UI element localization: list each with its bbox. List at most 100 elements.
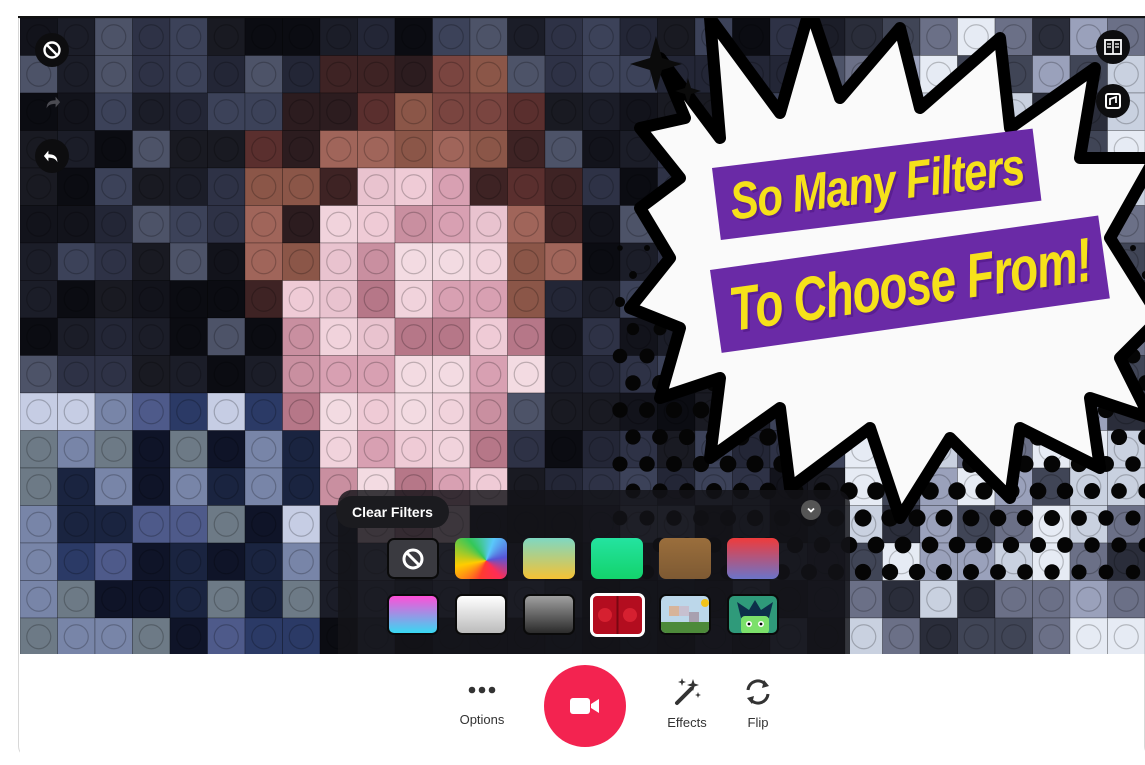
mosaic-tile	[844, 505, 883, 544]
mosaic-tile	[994, 18, 1033, 56]
mosaic-tile	[582, 317, 621, 356]
mosaic-tile	[544, 167, 583, 206]
mosaic-tile	[169, 92, 208, 131]
mosaic-tile	[94, 505, 133, 544]
mosaic-tile	[282, 92, 321, 131]
mosaic-tile	[207, 467, 246, 506]
filter-grey-black-swatch[interactable]	[523, 594, 575, 635]
mosaic-tile	[469, 317, 508, 356]
mosaic-tile	[1069, 355, 1108, 394]
mosaic-tile	[207, 242, 246, 281]
mosaic-tile	[169, 542, 208, 581]
mosaic-tile	[619, 392, 658, 431]
filter-teal-orange-swatch[interactable]	[523, 538, 575, 579]
filter-pink-cyan-swatch[interactable]	[387, 594, 439, 635]
mosaic-tile	[57, 167, 96, 206]
mosaic-tile	[957, 18, 996, 56]
mosaic-tile	[20, 580, 58, 619]
mosaic-tile	[544, 130, 583, 169]
mosaic-tile	[469, 355, 508, 394]
mosaic-tile	[244, 242, 283, 281]
filter-sepia-swatch[interactable]	[659, 538, 711, 579]
mosaic-tile	[357, 355, 396, 394]
mosaic-tile	[319, 430, 358, 469]
mosaic-tile	[319, 167, 358, 206]
mosaic-tile	[994, 505, 1033, 544]
mosaic-tile	[544, 392, 583, 431]
mosaic-tile	[919, 617, 958, 654]
filter-green-swatch[interactable]	[591, 538, 643, 579]
mosaic-tile	[394, 167, 433, 206]
mosaic-tile	[357, 317, 396, 356]
mosaic-tile	[169, 505, 208, 544]
mosaic-tile	[169, 467, 208, 506]
mosaic-tile	[619, 430, 658, 469]
mosaic-tile	[169, 580, 208, 619]
filter-pixel-scene-swatch[interactable]	[659, 594, 711, 635]
collapse-filters-button[interactable]	[801, 500, 821, 520]
mosaic-tile	[469, 130, 508, 169]
mosaic-tile	[657, 130, 696, 169]
mosaic-tile	[1032, 317, 1071, 356]
mosaic-tile	[57, 242, 96, 281]
mosaic-tile	[919, 92, 958, 131]
mosaic-tile	[769, 430, 808, 469]
mosaic-tile	[169, 130, 208, 169]
mosaic-tile	[132, 55, 171, 94]
filter-rainbow-swatch[interactable]	[455, 538, 507, 579]
mosaic-tile	[132, 167, 171, 206]
mosaic-tile	[244, 355, 283, 394]
mosaic-tile	[619, 317, 658, 356]
mosaic-tile	[57, 617, 96, 654]
mosaic-tile	[844, 542, 883, 581]
mosaic-tile	[432, 392, 471, 431]
mosaic-tile	[544, 242, 583, 281]
mosaic-tile	[169, 18, 208, 56]
record-button[interactable]	[544, 665, 626, 747]
mosaic-tile	[919, 467, 958, 506]
filter-none-swatch[interactable]	[387, 538, 439, 579]
mosaic-tile	[94, 617, 133, 654]
redo-button[interactable]	[35, 86, 69, 120]
mosaic-tile	[769, 18, 808, 56]
mosaic-tile	[1032, 18, 1071, 56]
mosaic-tile	[169, 242, 208, 281]
mosaic-tile	[94, 392, 133, 431]
mosaic-tile	[207, 392, 246, 431]
effects-button[interactable]: Effects	[660, 675, 714, 730]
mosaic-tile	[132, 205, 171, 244]
mosaic-tile	[132, 392, 171, 431]
mosaic-tile	[432, 205, 471, 244]
layout-button[interactable]	[1096, 30, 1130, 64]
mosaic-tile	[20, 542, 58, 581]
mosaic-tile	[132, 355, 171, 394]
filter-red-blue-swatch[interactable]	[727, 538, 779, 579]
mosaic-tile	[244, 130, 283, 169]
flip-button[interactable]: Flip	[734, 677, 782, 730]
disable-icon	[43, 41, 61, 59]
mosaic-tile	[882, 92, 921, 131]
clear-filters-label: Clear Filters	[352, 504, 433, 520]
mosaic-tile	[882, 355, 921, 394]
filter-white-grey-swatch[interactable]	[455, 594, 507, 635]
mosaic-tile	[20, 167, 58, 206]
mosaic-tile	[507, 92, 546, 131]
mosaic-tile	[1069, 317, 1108, 356]
mosaic-tile	[1032, 505, 1071, 544]
mosaic-tile	[132, 18, 171, 56]
mosaic-tile	[282, 130, 321, 169]
mosaic-tile	[94, 92, 133, 131]
disable-filters-button[interactable]	[35, 33, 69, 67]
mosaic-tile	[432, 280, 471, 319]
music-button[interactable]	[1096, 84, 1130, 118]
clear-filters-button[interactable]: Clear Filters	[336, 496, 449, 528]
mosaic-tile	[394, 280, 433, 319]
mosaic-tile	[882, 580, 921, 619]
undo-button[interactable]	[35, 139, 69, 173]
options-button[interactable]: Options	[454, 683, 510, 727]
mosaic-tile	[432, 355, 471, 394]
filter-cartoon-face-swatch[interactable]	[727, 594, 779, 635]
filter-red-dots-swatch[interactable]	[590, 593, 645, 637]
mosaic-tile	[619, 205, 658, 244]
mosaic-tile	[1069, 505, 1108, 544]
